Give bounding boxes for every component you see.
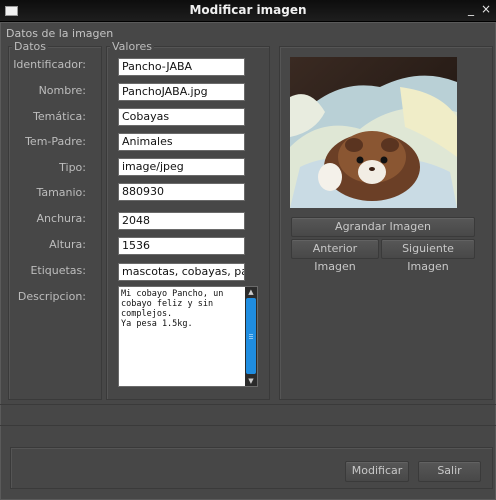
scroll-thumb[interactable] [246,298,256,374]
minimize-button[interactable]: _ [464,2,478,17]
label-tematica: Temática: [33,110,86,123]
valores-legend: Valores [110,40,154,53]
label-nombre: Nombre: [38,84,86,97]
tamanio-field[interactable]: 880930 [118,183,245,201]
anchura-field[interactable]: 2048 [118,212,245,230]
modificar-button[interactable]: Modificar [345,461,409,482]
etiquetas-field[interactable]: mascotas, cobayas, panc [118,263,245,281]
agrandar-imagen-button[interactable]: Agrandar Imagen [291,217,475,237]
label-descripcion: Descripcion: [17,290,86,303]
tipo-field[interactable]: image/jpeg [118,158,245,176]
nombre-field[interactable]: PanchoJABA.jpg [118,83,245,101]
label-tem-padre: Tem-Padre: [25,135,86,148]
label-tipo: Tipo: [59,161,86,174]
anterior-imagen-button[interactable]: Anterior Imagen [291,239,379,273]
descripcion-scrollbar[interactable]: ▲ ▼ [245,287,257,386]
identificador-field[interactable]: Pancho-JABA [118,58,245,76]
datos-legend: Datos [12,40,48,53]
guinea-pig-photo [290,57,457,208]
altura-field[interactable]: 1536 [118,237,245,255]
label-identificador: Identificador: [13,58,86,71]
label-altura: Altura: [49,238,86,251]
scroll-down-icon[interactable]: ▼ [245,376,257,386]
title-bar: Modificar imagen _ × [0,0,496,22]
descripcion-textarea[interactable]: Mi cobayo Pancho, un cobayo feliz y sin … [118,286,258,387]
label-tamanio: Tamanio: [36,186,86,199]
scroll-up-icon[interactable]: ▲ [245,287,257,297]
label-anchura: Anchura: [36,212,86,225]
group-title: Datos de la imagen [6,27,114,40]
siguiente-imagen-button[interactable]: Siguiente Imagen [381,239,475,273]
window-title: Modificar imagen [189,3,307,17]
divider [0,425,496,426]
divider [0,404,496,405]
tem-padre-field[interactable]: Animales [118,133,245,151]
descripcion-text[interactable]: Mi cobayo Pancho, un cobayo feliz y sin … [121,289,245,329]
close-button[interactable]: × [479,2,493,17]
label-etiquetas: Etiquetas: [30,264,86,277]
salir-button[interactable]: Salir [418,461,481,482]
tematica-field[interactable]: Cobayas [118,108,245,126]
